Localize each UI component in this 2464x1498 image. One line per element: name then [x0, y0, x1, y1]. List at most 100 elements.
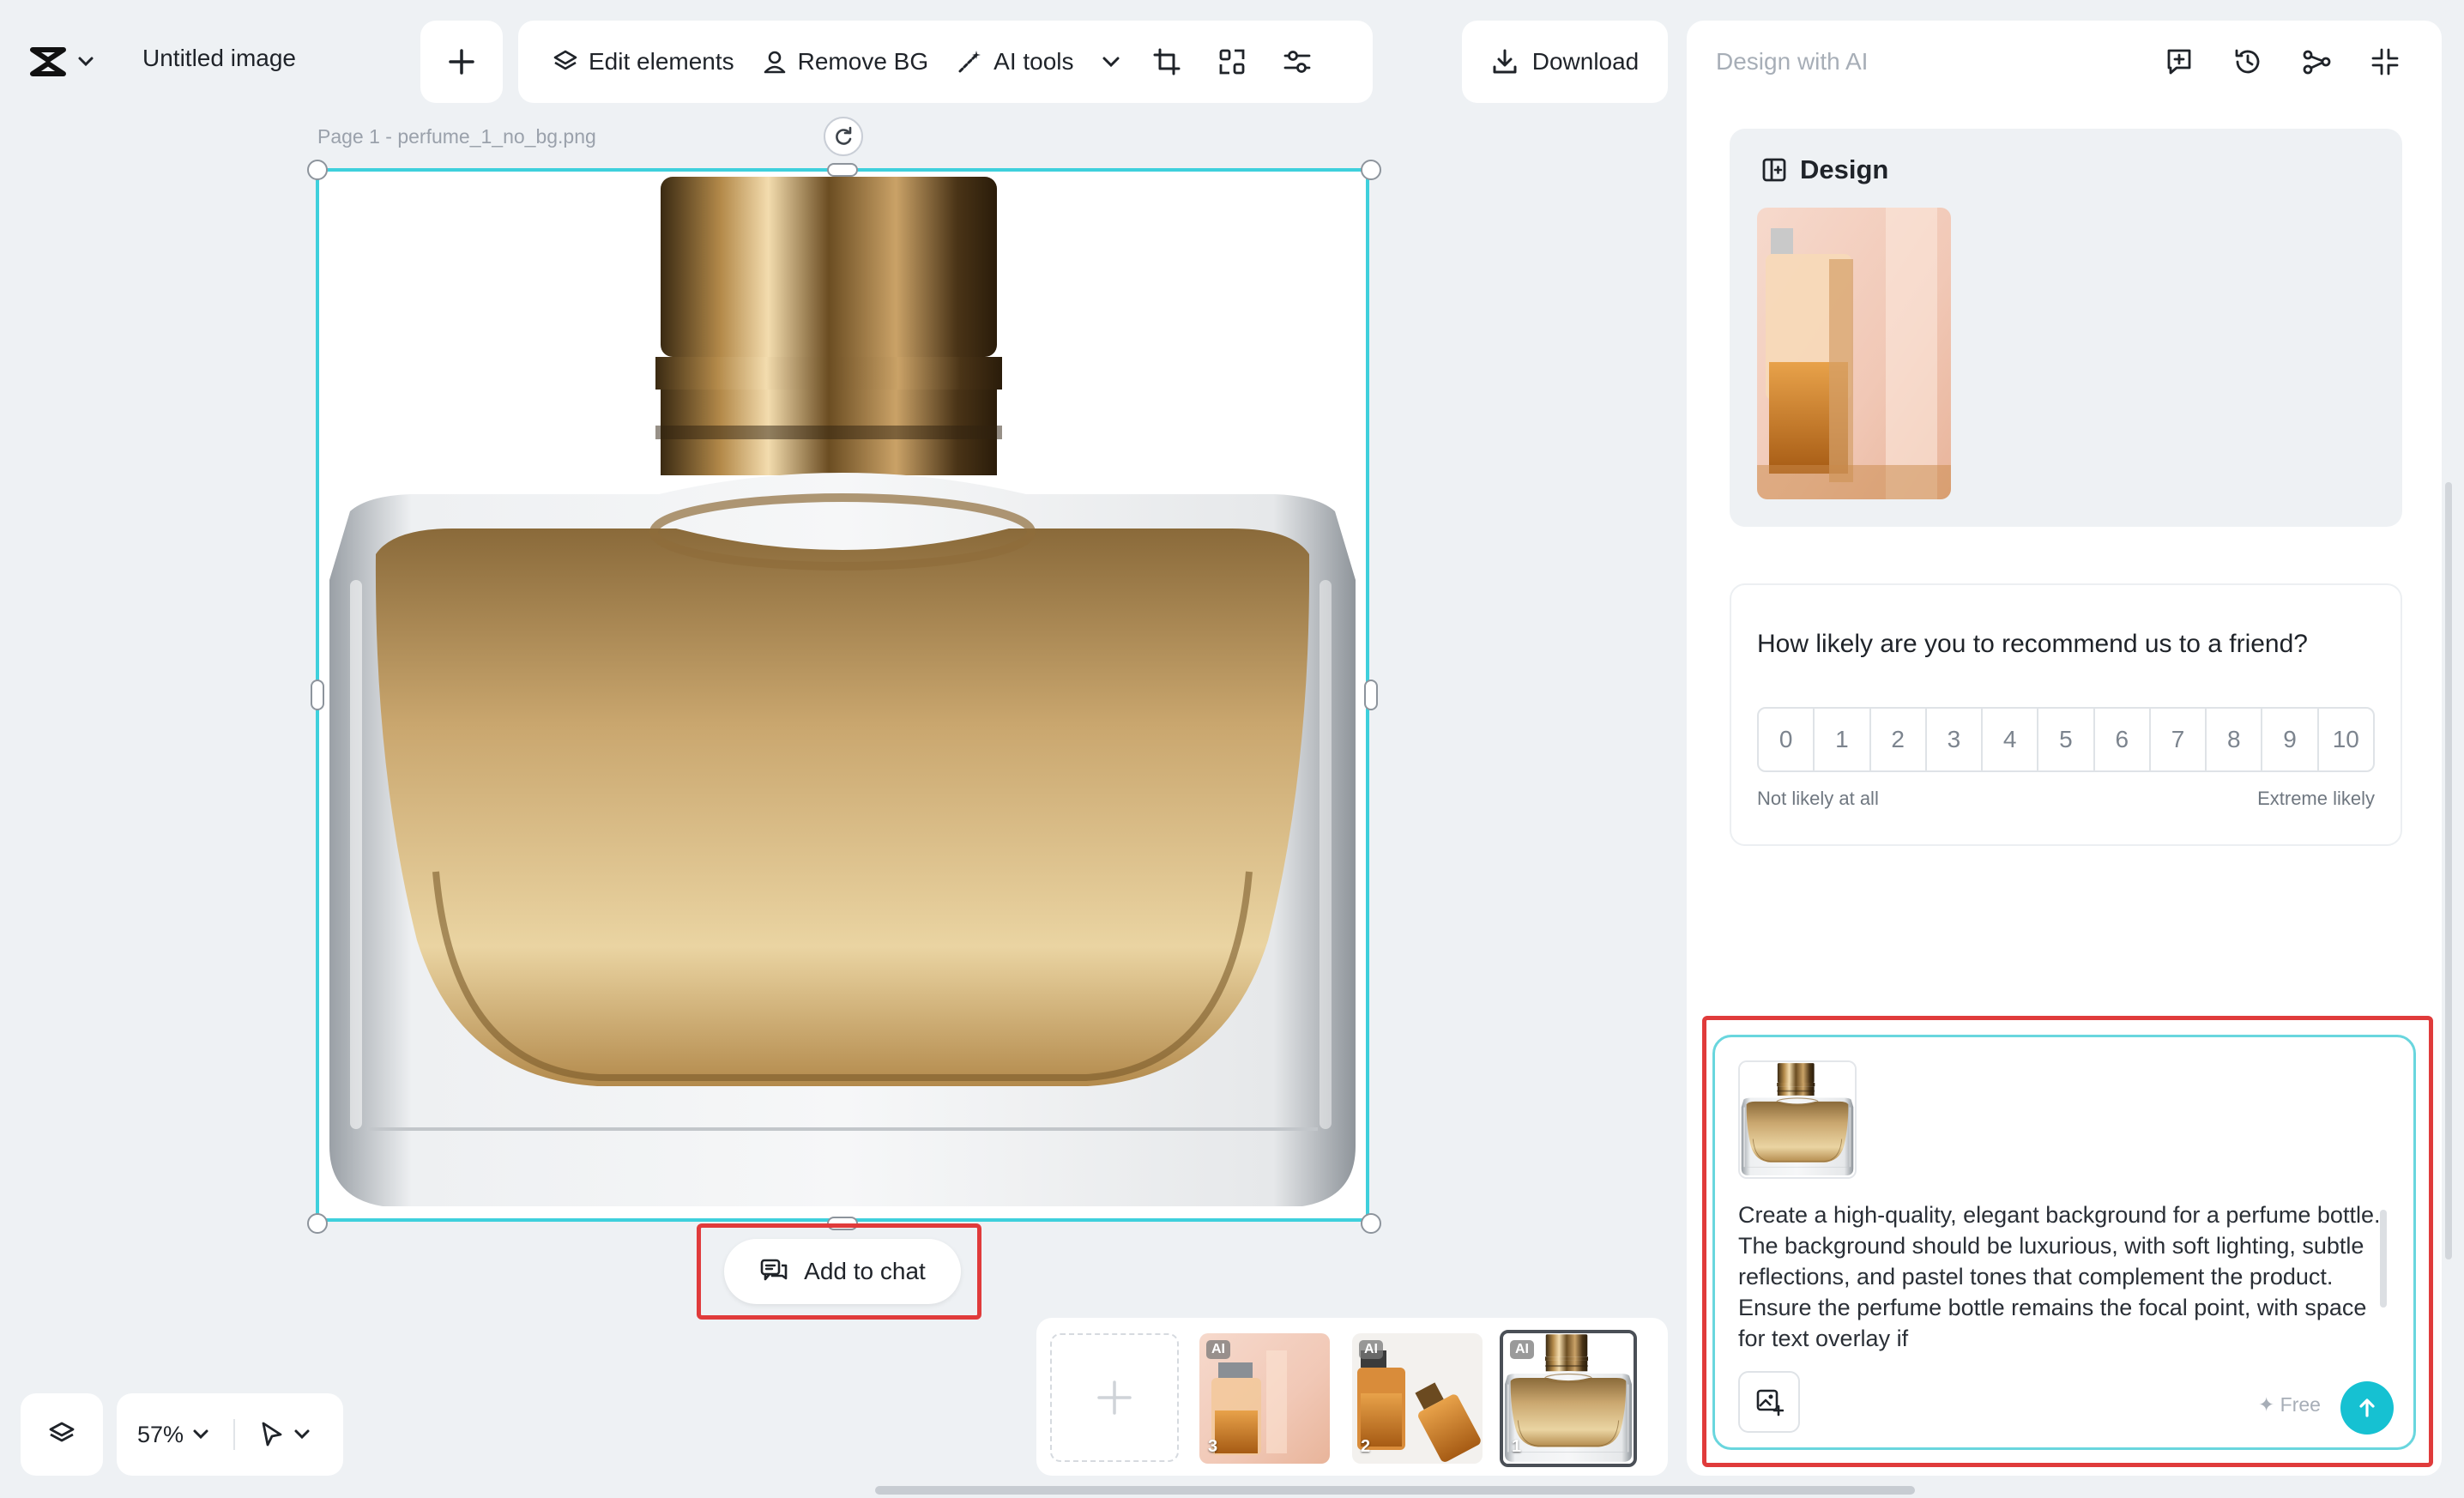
chat-icon — [759, 1258, 788, 1285]
rating-option[interactable]: 7 — [2151, 709, 2207, 770]
scan-icon — [1217, 47, 1247, 76]
share-icon — [2301, 46, 2332, 77]
add-variant-button[interactable] — [1050, 1333, 1179, 1462]
ai-badge: AI — [1510, 1340, 1534, 1359]
design-image — [1757, 208, 1951, 499]
design-card-header: Design — [1760, 154, 1888, 185]
page-label: Page 1 - perfume_1_no_bg.png — [317, 125, 596, 148]
variant-thumbnail[interactable]: AI 2 — [1352, 1333, 1483, 1464]
rating-option[interactable]: 3 — [1927, 709, 1984, 770]
plus-icon — [448, 48, 475, 76]
edit-elements-label: Edit elements — [589, 48, 734, 75]
top-toolbar: Edit elements Remove BG AI tools — [518, 21, 1373, 103]
rating-option[interactable]: 9 — [2262, 709, 2319, 770]
rotate-handle[interactable] — [824, 117, 863, 156]
download-button[interactable]: Download — [1462, 21, 1668, 103]
rating-option[interactable]: 10 — [2319, 709, 2373, 770]
free-label: ✦ Free — [2258, 1393, 2321, 1416]
resize-handle-right[interactable] — [1364, 680, 1378, 710]
ai-badge: AI — [1206, 1340, 1230, 1359]
capcut-logo-icon — [29, 46, 67, 77]
resize-handle-top-left[interactable] — [307, 160, 328, 180]
attach-image-button[interactable] — [1738, 1371, 1800, 1433]
add-element-button[interactable] — [420, 21, 503, 103]
variant-number: 1 — [1512, 1437, 1522, 1456]
rating-scale: 0 1 2 3 4 5 6 7 8 9 10 — [1757, 707, 2375, 772]
download-icon — [1491, 48, 1519, 76]
chevron-down-icon — [77, 56, 94, 68]
horizontal-scrollbar[interactable] — [875, 1486, 1915, 1495]
rating-option[interactable]: 5 — [2038, 709, 2095, 770]
crop-icon — [1152, 47, 1181, 76]
new-chat-button[interactable] — [2145, 38, 2213, 86]
survey-question: How likely are you to recommend us to a … — [1757, 630, 2308, 658]
adjust-button[interactable] — [1265, 21, 1330, 103]
design-thumbnail[interactable] — [1757, 208, 1951, 499]
edit-elements-button[interactable]: Edit elements — [539, 21, 748, 103]
ai-tools-dropdown[interactable]: AI tools — [942, 21, 1133, 103]
send-button[interactable] — [2340, 1381, 2394, 1435]
scale-low-label: Not likely at all — [1757, 788, 1879, 809]
divider — [233, 1419, 236, 1450]
rating-option[interactable]: 8 — [2207, 709, 2263, 770]
crop-button[interactable] — [1134, 21, 1199, 103]
arrow-up-icon — [2355, 1396, 2379, 1420]
attached-image[interactable] — [1738, 1060, 1857, 1179]
rating-option[interactable]: 6 — [2095, 709, 2151, 770]
smart-select-button[interactable] — [1199, 21, 1265, 103]
history-icon — [2232, 46, 2263, 77]
design-card-title: Design — [1800, 154, 1889, 184]
add-image-icon — [1754, 1387, 1784, 1416]
ai-tools-label: AI tools — [993, 48, 1074, 75]
sliders-icon — [1283, 47, 1312, 76]
download-label: Download — [1531, 48, 1640, 75]
app-logo-menu[interactable] — [29, 38, 94, 86]
magic-wand-icon — [956, 48, 983, 76]
new-chat-icon — [2164, 46, 2195, 77]
collapse-panel-button[interactable] — [2351, 38, 2419, 86]
chevron-down-icon — [1102, 56, 1120, 68]
variant-thumbnail[interactable]: AI 3 — [1199, 1333, 1330, 1464]
chevron-down-icon[interactable] — [192, 1429, 209, 1441]
design-icon — [1760, 156, 1788, 184]
selection-frame — [316, 168, 1369, 1222]
panel-scrollbar[interactable] — [2445, 482, 2452, 1259]
variant-number: 3 — [1208, 1437, 1218, 1456]
zoom-controls: 57% — [117, 1393, 343, 1476]
plus-icon — [1094, 1377, 1135, 1418]
panel-actions — [2145, 38, 2419, 86]
person-icon — [762, 49, 788, 75]
chevron-down-icon[interactable] — [293, 1429, 311, 1441]
scale-high-label: Extreme likely — [2257, 788, 2375, 809]
rating-option[interactable]: 0 — [1759, 709, 1815, 770]
layers-icon — [47, 1420, 76, 1449]
resize-handle-top-right[interactable] — [1361, 160, 1381, 180]
zoom-value[interactable]: 57% — [137, 1422, 184, 1448]
rating-option[interactable]: 4 — [1983, 709, 2039, 770]
resize-handle-bottom-left[interactable] — [307, 1213, 328, 1234]
rating-option[interactable]: 1 — [1815, 709, 1871, 770]
variant-number: 2 — [1361, 1437, 1371, 1456]
ai-badge: AI — [1359, 1340, 1383, 1359]
remove-bg-button[interactable]: Remove BG — [748, 21, 943, 103]
resize-handle-top[interactable] — [827, 163, 858, 177]
chat-input-scrollbar[interactable] — [2380, 1210, 2387, 1308]
layers-icon — [553, 49, 578, 75]
rating-option[interactable]: 2 — [1871, 709, 1927, 770]
variant-thumbnail-selected[interactable]: AI 1 — [1500, 1330, 1637, 1467]
resize-handle-bottom-right[interactable] — [1361, 1213, 1381, 1234]
collapse-icon — [2370, 46, 2401, 77]
add-to-chat-button[interactable]: Add to chat — [724, 1239, 961, 1304]
pointer-tool-icon[interactable] — [259, 1421, 285, 1448]
history-button[interactable] — [2213, 38, 2282, 86]
layers-button[interactable] — [21, 1393, 103, 1476]
document-title[interactable]: Untitled image — [142, 45, 296, 72]
remove-bg-label: Remove BG — [797, 48, 929, 75]
chat-prompt-input[interactable]: Create a high-quality, elegant backgroun… — [1738, 1199, 2387, 1354]
share-button[interactable] — [2282, 38, 2351, 86]
panel-title: Design with AI — [1716, 48, 1869, 75]
add-to-chat-label: Add to chat — [804, 1258, 926, 1284]
rotate-icon — [832, 125, 855, 148]
resize-handle-left[interactable] — [311, 680, 324, 710]
attached-image-preview — [1740, 1062, 1855, 1177]
